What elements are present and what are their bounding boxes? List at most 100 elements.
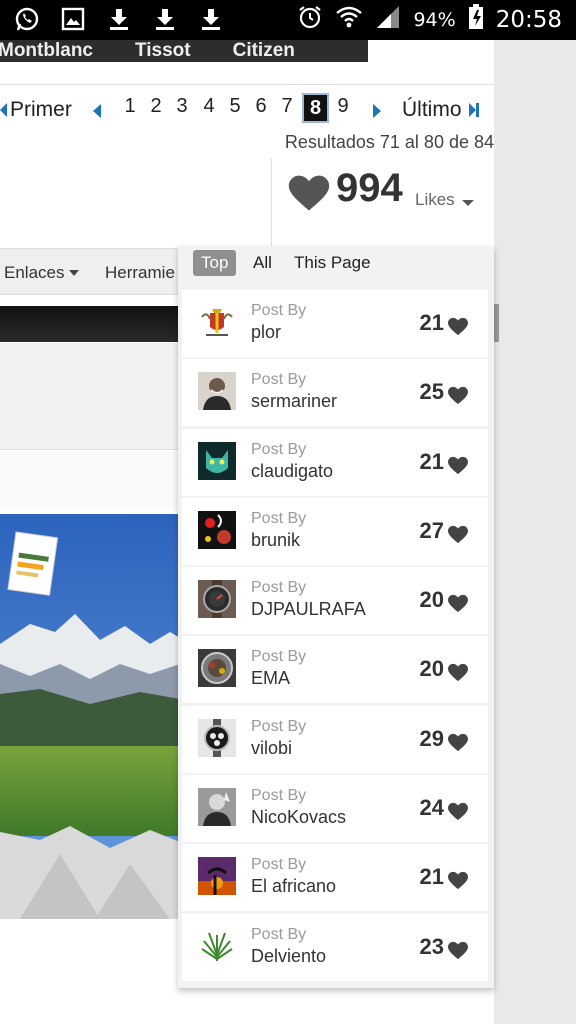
nav-herramientas[interactable]: Herramie [105, 263, 175, 283]
pagination: Primer 1 2 3 4 5 6 7 8 9 Último [0, 93, 494, 127]
avatar[interactable] [198, 372, 236, 411]
scrollbar-thumb[interactable] [494, 304, 499, 342]
likes-dropdown: Top All This Page Post By plor 21 Post B… [178, 246, 494, 988]
avatar[interactable] [198, 580, 236, 619]
list-item[interactable]: Post By vilobi 29 [182, 705, 488, 773]
divider [0, 84, 494, 85]
list-item[interactable]: Post By claudigato 21 [182, 428, 488, 496]
likes-widget[interactable]: 994 Likes [271, 158, 494, 246]
like-count: 21 [419, 864, 444, 890]
header-band [0, 306, 180, 342]
last-page-arrow-icon[interactable] [469, 103, 479, 117]
results-count: Resultados 71 al 80 de 84 [284, 132, 494, 152]
username[interactable]: NicoKovacs [251, 807, 346, 828]
post-by-label: Post By [251, 579, 307, 597]
avatar[interactable] [198, 718, 236, 757]
username[interactable]: Delviento [251, 946, 326, 967]
like-count: 27 [419, 517, 444, 543]
page-link-2[interactable]: 2 [145, 95, 167, 118]
post-by-label: Post By [251, 717, 307, 735]
wifi-icon [335, 4, 363, 35]
avatar[interactable] [198, 857, 236, 896]
list-item[interactable]: Post By plor 21 [182, 290, 488, 357]
first-page-link[interactable]: Primer [10, 98, 72, 122]
post-by-label: Post By [251, 440, 307, 458]
page-gutter [494, 40, 576, 1024]
post-by-label: Post By [251, 648, 307, 666]
like-count: 21 [419, 310, 444, 335]
list-item[interactable]: Post By brunik 27 [182, 497, 488, 565]
like-count: 20 [419, 656, 444, 682]
heart-icon [447, 801, 469, 826]
signal-icon [375, 4, 401, 35]
heart-icon [447, 385, 469, 410]
username[interactable]: EMA [251, 668, 290, 689]
avatar[interactable] [198, 926, 236, 965]
avatar[interactable] [198, 441, 236, 480]
avatar[interactable] [198, 510, 236, 549]
whatsapp-icon [14, 6, 40, 32]
heart-icon [447, 870, 469, 895]
username[interactable]: sermariner [251, 391, 337, 412]
list-item[interactable]: Post By sermariner 25 [182, 359, 488, 427]
download-icon [152, 6, 178, 32]
tab-top[interactable]: Top [193, 250, 237, 276]
tab-this-page[interactable]: This Page [294, 250, 371, 276]
heart-icon [447, 940, 469, 965]
last-page-link[interactable]: Último [402, 98, 462, 122]
brand-link-montblanc[interactable]: Montblanc [0, 40, 93, 62]
like-count: 25 [419, 379, 444, 405]
username[interactable]: vilobi [251, 738, 292, 759]
battery-percent: 94% [413, 8, 456, 31]
like-count: 20 [419, 587, 444, 613]
likes-list: Post By plor 21 Post By sermariner 25 Po… [182, 290, 488, 983]
page-link-5[interactable]: 5 [224, 95, 246, 118]
caret-down-icon[interactable] [462, 200, 474, 206]
next-page-arrow-icon[interactable] [373, 104, 381, 118]
like-count: 24 [419, 795, 444, 821]
clock: 20:58 [495, 6, 562, 33]
heart-icon [447, 524, 469, 549]
list-item[interactable]: Post By NicoKovacs 24 [182, 775, 488, 843]
page-link-7[interactable]: 7 [276, 95, 298, 118]
page-link-9[interactable]: 9 [332, 95, 354, 118]
post-by-label: Post By [251, 509, 307, 527]
download-icon [198, 6, 224, 32]
brand-link-tissot[interactable]: Tissot [135, 40, 191, 62]
page-link-1[interactable]: 1 [119, 95, 141, 118]
caret-down-icon [69, 270, 79, 276]
brand-link-citizen[interactable]: Citizen [233, 40, 295, 62]
prev-page-arrow-icon[interactable] [93, 104, 101, 118]
heart-icon [447, 455, 469, 480]
image-icon [60, 6, 86, 32]
battery-icon [468, 4, 484, 35]
post-by-label: Post By [251, 302, 307, 319]
list-item[interactable]: Post By El africano 21 [182, 844, 488, 912]
username[interactable]: DJPAULRAFA [251, 599, 366, 620]
list-item[interactable]: Post By Delviento 23 [182, 913, 488, 981]
avatar[interactable] [198, 303, 236, 341]
username[interactable]: plor [251, 322, 281, 343]
list-item[interactable]: Post By DJPAULRAFA 20 [182, 567, 488, 635]
post-by-label: Post By [251, 856, 307, 874]
alarm-icon [297, 4, 323, 35]
like-count: 21 [419, 448, 444, 474]
first-page-arrow-icon[interactable] [0, 103, 7, 117]
page-link-4[interactable]: 4 [198, 95, 220, 118]
content-block [0, 451, 180, 508]
page-link-6[interactable]: 6 [250, 95, 272, 118]
avatar[interactable] [198, 649, 236, 688]
username[interactable]: brunik [251, 530, 300, 551]
page-link-3[interactable]: 3 [171, 95, 193, 118]
status-bar: 94% 20:58 [0, 0, 576, 40]
username[interactable]: El africano [251, 876, 336, 897]
heart-icon [287, 172, 331, 221]
username[interactable]: claudigato [251, 461, 333, 482]
tab-all[interactable]: All [253, 250, 272, 276]
list-item[interactable]: Post By EMA 20 [182, 636, 488, 704]
heart-icon [447, 732, 469, 757]
heart-icon [447, 662, 469, 687]
avatar[interactable] [198, 788, 236, 827]
nav-enlaces[interactable]: Enlaces [4, 263, 64, 283]
brand-menu: Montblanc Tissot Citizen [0, 40, 368, 62]
